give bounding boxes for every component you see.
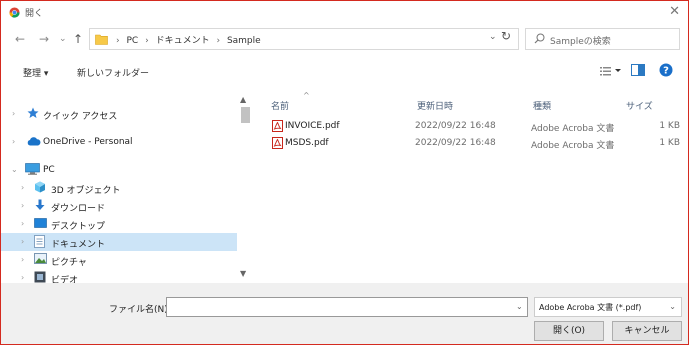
pictures-icon (34, 253, 47, 264)
expand-chevron-icon[interactable]: › (12, 109, 15, 118)
expand-chevron-icon[interactable]: › (21, 201, 24, 210)
column-header-name[interactable]: 名前 (271, 99, 289, 112)
back-button[interactable]: ← (15, 32, 25, 46)
expand-chevron-icon[interactable]: › (21, 255, 24, 264)
chrome-icon (9, 7, 20, 18)
nav-item-videos[interactable]: › ビデオ (1, 269, 237, 283)
command-bar: 整理 ▾ 新しいフォルダー ? (1, 59, 688, 83)
filename-input[interactable] (166, 297, 528, 317)
organize-button[interactable]: 整理 ▾ (23, 66, 48, 79)
expand-chevron-icon[interactable]: › (21, 273, 24, 282)
folder-icon (95, 34, 108, 45)
search-placeholder: Sampleの検索 (550, 37, 611, 47)
nav-item-3d-objects[interactable]: › 3D オブジェクト (1, 179, 237, 197)
up-button[interactable]: ↑ (73, 32, 83, 46)
nav-item-desktop[interactable]: › デスクトップ (1, 215, 237, 233)
scrollbar-thumb[interactable] (241, 107, 250, 123)
file-size: 1 KB (659, 138, 680, 148)
nav-item-pc[interactable]: ⌄ PC (1, 161, 237, 179)
breadcrumb-item-pc[interactable]: PC (126, 36, 138, 46)
navigation-pane: › クイック アクセス › OneDrive - Personal ⌄ PC › (1, 89, 251, 283)
expand-chevron-icon[interactable]: › (21, 183, 24, 192)
file-name: INVOICE.pdf (285, 121, 340, 131)
refresh-icon[interactable]: ↻ (501, 29, 511, 43)
computer-icon (25, 163, 40, 175)
chevron-down-icon: ⌄ (669, 302, 676, 311)
desktop-icon (34, 218, 47, 228)
documents-icon (34, 235, 45, 248)
cloud-icon (27, 137, 41, 146)
nav-item-pictures[interactable]: › ピクチャ (1, 251, 237, 269)
nav-item-downloads[interactable]: › ダウンロード (1, 197, 237, 215)
expand-chevron-icon[interactable]: › (12, 137, 15, 146)
breadcrumb: › PC › ドキュメント › Sample (116, 36, 261, 46)
search-icon (534, 33, 545, 44)
nav-item-documents[interactable]: › ドキュメント (1, 233, 237, 251)
scroll-up-icon[interactable]: ▲ (240, 95, 246, 104)
pdf-icon (272, 137, 283, 149)
file-row[interactable]: INVOICE.pdf 2022/09/22 16:48 Adobe Acrob… (269, 119, 687, 134)
column-header-type[interactable]: 種類 (533, 99, 551, 112)
collapse-chevron-icon[interactable]: ⌄ (11, 165, 18, 174)
new-folder-button[interactable]: 新しいフォルダー (77, 66, 149, 79)
title-bar: 開く ✕ (1, 1, 688, 23)
pdf-icon (272, 120, 283, 132)
help-button[interactable]: ? (659, 63, 673, 80)
filename-label: ファイル名(N): (109, 305, 171, 315)
videos-icon (34, 271, 46, 283)
download-icon (35, 199, 45, 210)
file-type: Adobe Acroba 文書 (531, 124, 615, 134)
details-view-icon (600, 67, 621, 76)
address-history-dropdown[interactable]: ⌄ (489, 32, 497, 42)
nav-item-quick-access[interactable]: › クイック アクセス (1, 105, 237, 123)
file-size: 1 KB (659, 121, 680, 131)
expand-chevron-icon[interactable]: › (21, 219, 24, 228)
preview-pane-button[interactable] (631, 64, 645, 79)
file-date: 2022/09/22 16:48 (415, 121, 496, 131)
cube-icon (35, 181, 45, 193)
help-icon: ? (659, 63, 673, 77)
file-type: Adobe Acroba 文書 (531, 141, 615, 151)
view-options-button[interactable] (600, 66, 622, 79)
breadcrumb-item-sample[interactable]: Sample (227, 36, 261, 46)
file-type-filter-value: Adobe Acroba 文書 (*.pdf) (539, 303, 642, 312)
address-bar[interactable]: › PC › ドキュメント › Sample (89, 28, 519, 50)
filename-dropdown-icon[interactable]: ⌄ (516, 302, 523, 311)
window-title: 開く (25, 9, 44, 19)
column-header-date[interactable]: 更新日時 (417, 99, 453, 112)
sort-ascending-icon: ^ (303, 91, 310, 100)
close-icon[interactable]: ✕ (669, 4, 680, 19)
forward-button[interactable]: → (39, 32, 49, 46)
nav-item-onedrive[interactable]: › OneDrive - Personal (1, 133, 237, 151)
column-header-size[interactable]: サイズ (626, 99, 653, 112)
recent-locations-button[interactable]: ⌄ (59, 32, 67, 46)
file-row[interactable]: MSDS.pdf 2022/09/22 16:48 Adobe Acroba 文… (269, 136, 687, 151)
star-icon (27, 107, 39, 118)
breadcrumb-item-documents[interactable]: ドキュメント (156, 36, 210, 46)
search-box[interactable]: Sampleの検索 (525, 28, 680, 50)
scroll-down-icon[interactable]: ▼ (240, 269, 246, 278)
cancel-button[interactable]: キャンセル (612, 321, 682, 341)
open-button[interactable]: 開く(O) (534, 321, 604, 341)
open-file-dialog: 開く ✕ ← → ⌄ ↑ › PC › ドキュメント › Sample ⌄ ↻ … (0, 0, 689, 345)
preview-pane-icon (631, 64, 645, 76)
expand-chevron-icon[interactable]: › (21, 237, 24, 246)
file-date: 2022/09/22 16:48 (415, 138, 496, 148)
file-name: MSDS.pdf (285, 138, 329, 148)
nav-pane-scrollbar[interactable]: ▲ ▼ (239, 95, 251, 281)
svg-text:?: ? (663, 66, 669, 77)
file-type-filter[interactable]: Adobe Acroba 文書 (*.pdf) ⌄ (534, 297, 682, 317)
